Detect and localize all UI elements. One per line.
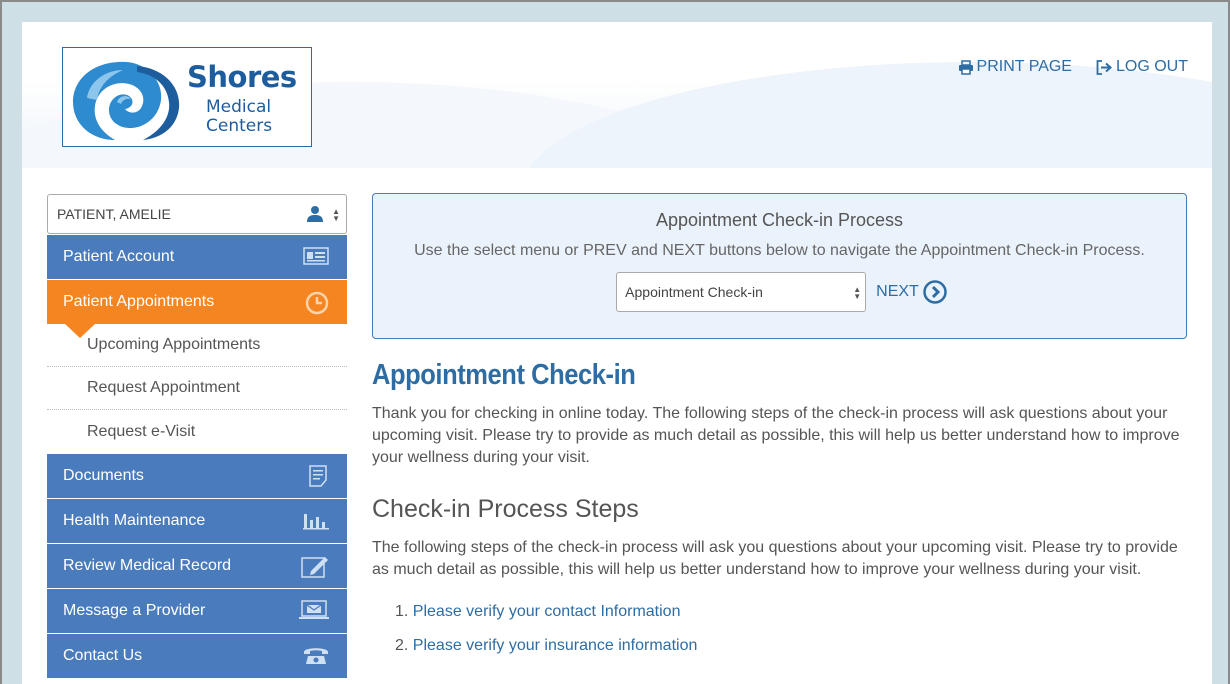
- checkin-step-select[interactable]: Appointment Check-in ▲ ▼: [616, 272, 867, 312]
- next-button[interactable]: NEXT: [876, 280, 947, 304]
- laptop-mail-icon: [299, 600, 329, 619]
- nav-contact-us[interactable]: Contact Us: [47, 634, 347, 678]
- nav-message-provider[interactable]: Message a Provider: [47, 589, 347, 633]
- logo[interactable]: Shores Medical Centers: [62, 47, 312, 147]
- step-link-contact-info[interactable]: Please verify your contact Information: [413, 603, 681, 620]
- steps-list: 1. Please verify your contact Informatio…: [372, 603, 1187, 671]
- patient-select-value: PATIENT, AMELIE: [57, 206, 171, 222]
- steps-intro-paragraph: The following steps of the check-in proc…: [372, 539, 1178, 578]
- phone-icon: [304, 648, 328, 664]
- browser-frame: Shores Medical Centers PRINT PAGE LOG OU…: [0, 0, 1230, 684]
- active-pointer: [65, 324, 95, 338]
- user-icon: [307, 206, 323, 222]
- logo-line-1: Medical: [206, 97, 272, 117]
- subnav-label: Request e-Visit: [87, 422, 196, 440]
- subnav-label: Request Appointment: [87, 379, 240, 396]
- nav-label: Message a Provider: [63, 602, 206, 619]
- nav-label: Patient Account: [63, 248, 175, 265]
- nav-label: Health Maintenance: [63, 512, 206, 529]
- page-title: Appointment Check-in: [372, 359, 636, 391]
- main-content: Appointment Check-in Process Use the sel…: [372, 193, 1187, 671]
- list-item: 1. Please verify your contact Informatio…: [395, 603, 1187, 637]
- print-page-link[interactable]: PRINT PAGE: [958, 58, 1072, 76]
- process-title: Appointment Check-in Process: [655, 210, 904, 230]
- appointments-subnav: Upcoming Appointments Request Appointmen…: [47, 324, 347, 453]
- process-description: Use the select menu or PREV and NEXT but…: [414, 242, 1145, 259]
- wave-logo-icon: [73, 61, 180, 140]
- next-label: NEXT: [876, 283, 919, 300]
- clock-icon: [305, 291, 329, 315]
- edit-record-icon: [301, 557, 328, 578]
- sign-out-icon: [1096, 59, 1112, 75]
- checkin-process-box: Appointment Check-in Process Use the sel…: [372, 193, 1187, 339]
- select-arrows-icon: ▲ ▼: [332, 207, 340, 223]
- subnav-request-appointment[interactable]: Request Appointment: [47, 367, 347, 410]
- list-item: 2. Please verify your insurance informat…: [395, 637, 1187, 671]
- step-number: 2.: [395, 637, 409, 654]
- logo-line-2: Centers: [206, 116, 273, 136]
- nav-documents[interactable]: Documents: [47, 454, 347, 498]
- patient-select[interactable]: PATIENT, AMELIE ▲ ▼: [47, 194, 347, 234]
- id-card-icon: [303, 247, 329, 265]
- logo-brand-name: Shores: [187, 60, 297, 94]
- chevron-right-circle-icon: [923, 280, 947, 304]
- step-number: 1.: [395, 603, 409, 620]
- subnav-label: Upcoming Appointments: [87, 336, 261, 353]
- printer-icon: [958, 59, 973, 75]
- nav-review-medical-record[interactable]: Review Medical Record: [47, 544, 347, 588]
- document-icon: [309, 465, 327, 487]
- nav-patient-account[interactable]: Patient Account: [47, 235, 347, 279]
- nav-label: Review Medical Record: [63, 557, 232, 574]
- print-page-label: PRINT PAGE: [976, 58, 1072, 75]
- header: Shores Medical Centers PRINT PAGE LOG OU…: [22, 22, 1212, 168]
- step-select-value: Appointment Check-in: [625, 284, 763, 300]
- page: Shores Medical Centers PRINT PAGE LOG OU…: [22, 22, 1212, 684]
- nav-label: Patient Appointments: [63, 293, 215, 310]
- step-link-insurance-info[interactable]: Please verify your insurance information: [413, 637, 698, 654]
- process-controls: Appointment Check-in ▲ ▼ NEXT: [373, 272, 1186, 312]
- select-arrows-icon: ▲ ▼: [853, 285, 862, 301]
- nav-patient-appointments[interactable]: Patient Appointments: [47, 280, 347, 338]
- log-out-link[interactable]: LOG OUT: [1096, 58, 1188, 76]
- nav-health-maintenance[interactable]: Health Maintenance: [47, 499, 347, 543]
- nav-label: Contact Us: [63, 647, 143, 664]
- intro-paragraph: Thank you for checking in online today. …: [372, 405, 1180, 466]
- nav-label: Documents: [63, 467, 144, 484]
- log-out-label: LOG OUT: [1115, 58, 1188, 75]
- sidebar: PATIENT, AMELIE ▲ ▼ Patient Account Patie…: [47, 194, 347, 678]
- bar-chart-icon: [303, 514, 329, 530]
- header-links: PRINT PAGE LOG OUT: [958, 58, 1188, 76]
- steps-heading: Check-in Process Steps: [372, 495, 639, 523]
- header-swoosh: [522, 62, 1212, 168]
- subnav-request-evisit[interactable]: Request e-Visit: [47, 410, 347, 453]
